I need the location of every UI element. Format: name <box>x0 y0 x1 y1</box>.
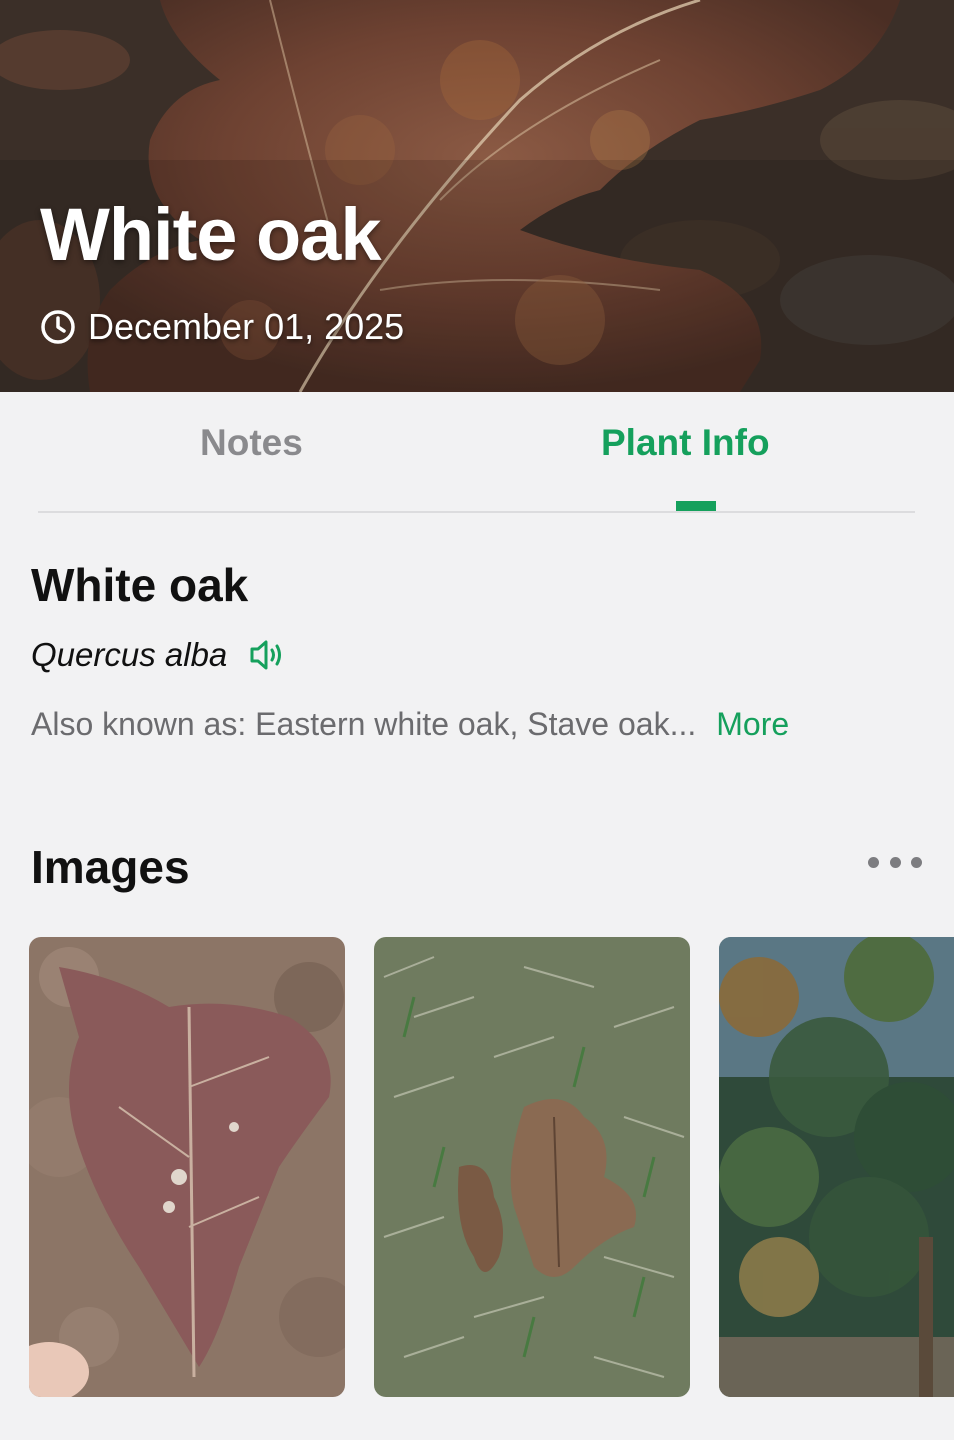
more-horizontal-icon[interactable] <box>868 852 922 872</box>
plant-common-name: White oak <box>31 559 249 611</box>
hero-title: White oak <box>40 193 381 276</box>
clock-icon <box>41 310 75 344</box>
hero-date: December 01, 2025 <box>88 306 405 347</box>
image-thumb-leaves-on-grass[interactable] <box>374 937 690 1397</box>
scientific-name-row: Quercus alba <box>31 636 287 674</box>
image-thumb-tree-canopy[interactable] <box>719 937 954 1397</box>
tab-notes[interactable]: Notes <box>200 422 303 464</box>
images-heading: Images <box>31 841 190 893</box>
hero-date-row: December 01, 2025 <box>40 306 404 348</box>
tab-divider <box>38 511 915 513</box>
plant-scientific-name: Quercus alba <box>31 636 228 673</box>
more-link[interactable]: More <box>716 706 789 743</box>
hero-banner: White oak December 01, 2025 <box>0 0 954 392</box>
tab-plant-info[interactable]: Plant Info <box>601 422 770 464</box>
also-known-as-text: Also known as: Eastern white oak, Stave … <box>31 706 697 742</box>
image-thumb-leaf-in-hand[interactable] <box>29 937 345 1397</box>
tab-bar: Notes Plant Info <box>0 392 954 514</box>
speaker-icon[interactable] <box>249 638 287 672</box>
also-known-as-row: Also known as: Eastern white oak, Stave … <box>31 706 789 743</box>
active-tab-indicator <box>676 501 716 511</box>
